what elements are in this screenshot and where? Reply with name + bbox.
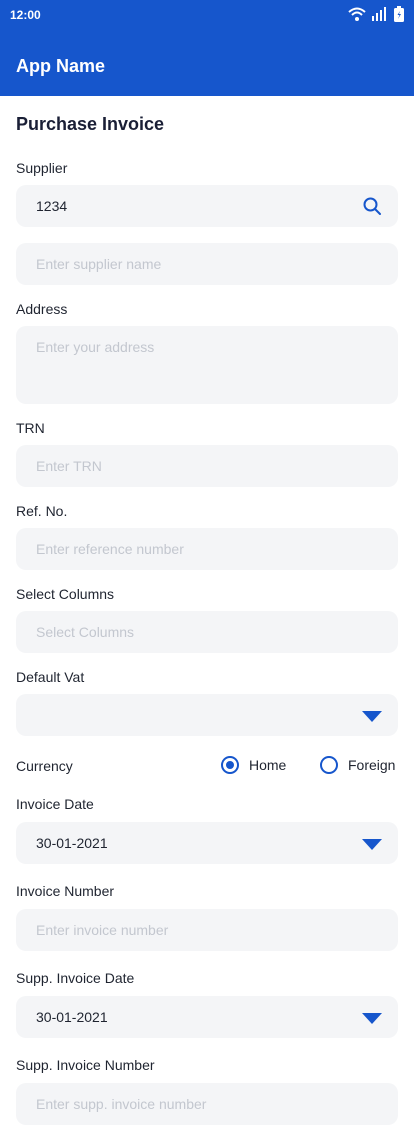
supp-invoice-number-field[interactable]: Enter supp. invoice number bbox=[16, 1083, 398, 1125]
address-field[interactable]: Enter your address bbox=[16, 326, 398, 404]
page-title: Purchase Invoice bbox=[16, 114, 165, 134]
select-columns-field[interactable]: Select Columns bbox=[16, 611, 398, 653]
default-vat-dropdown[interactable] bbox=[16, 694, 398, 736]
supplier-name-placeholder: Enter supplier name bbox=[36, 256, 162, 272]
supp-invoice-date-label: Supp. Invoice Date bbox=[16, 970, 135, 986]
invoice-number-placeholder: Enter invoice number bbox=[36, 922, 169, 938]
currency-label: Currency bbox=[16, 758, 73, 774]
app-bar: App Name bbox=[0, 30, 414, 96]
status-bar: 12:00 bbox=[0, 0, 414, 30]
currency-row: Currency Home Foreign bbox=[0, 756, 414, 778]
search-icon[interactable] bbox=[362, 196, 382, 221]
ref-no-label: Ref. No. bbox=[16, 503, 68, 519]
invoice-date-dropdown[interactable]: 30-01-2021 bbox=[16, 822, 398, 864]
invoice-date-value: 30-01-2021 bbox=[36, 835, 108, 851]
invoice-number-label: Invoice Number bbox=[16, 883, 115, 899]
supp-invoice-date-dropdown[interactable]: 30-01-2021 bbox=[16, 996, 398, 1038]
trn-field[interactable]: Enter TRN bbox=[16, 445, 398, 487]
currency-home-label: Home bbox=[249, 757, 287, 773]
supp-invoice-date-value: 30-01-2021 bbox=[36, 1009, 108, 1025]
currency-foreign-label: Foreign bbox=[348, 757, 396, 773]
status-time: 12:00 bbox=[10, 8, 41, 22]
supp-invoice-number-placeholder: Enter supp. invoice number bbox=[36, 1096, 207, 1112]
dropdown-caret-icon[interactable] bbox=[362, 838, 382, 856]
battery-icon bbox=[394, 6, 404, 27]
app-title: App Name bbox=[16, 56, 106, 76]
select-columns-label: Select Columns bbox=[16, 586, 115, 602]
invoice-number-field[interactable]: Enter invoice number bbox=[16, 909, 398, 951]
address-label: Address bbox=[16, 301, 68, 317]
select-columns-placeholder: Select Columns bbox=[36, 624, 135, 640]
supplier-code-field[interactable]: 1234 bbox=[16, 185, 398, 227]
radio-unselected-icon[interactable] bbox=[320, 756, 338, 774]
supplier-label: Supplier bbox=[16, 160, 68, 176]
status-icons bbox=[348, 6, 404, 27]
supp-invoice-number-label: Supp. Invoice Number bbox=[16, 1057, 155, 1073]
currency-option-home[interactable]: Home bbox=[221, 756, 286, 774]
address-placeholder: Enter your address bbox=[36, 339, 155, 355]
wifi-icon bbox=[348, 7, 366, 26]
ref-no-field[interactable]: Enter reference number bbox=[16, 528, 398, 570]
trn-placeholder: Enter TRN bbox=[36, 458, 102, 474]
supplier-code-value: 1234 bbox=[36, 198, 68, 214]
radio-selected-icon[interactable] bbox=[221, 756, 239, 774]
default-vat-label: Default Vat bbox=[16, 669, 85, 685]
supplier-name-field[interactable]: Enter supplier name bbox=[16, 243, 398, 285]
signal-icon bbox=[372, 7, 388, 26]
currency-option-foreign[interactable]: Foreign bbox=[320, 756, 395, 774]
trn-label: TRN bbox=[16, 420, 45, 436]
ref-no-placeholder: Enter reference number bbox=[36, 541, 184, 557]
dropdown-caret-icon[interactable] bbox=[362, 1012, 382, 1030]
invoice-date-label: Invoice Date bbox=[16, 796, 94, 812]
dropdown-caret-icon[interactable] bbox=[362, 710, 382, 728]
